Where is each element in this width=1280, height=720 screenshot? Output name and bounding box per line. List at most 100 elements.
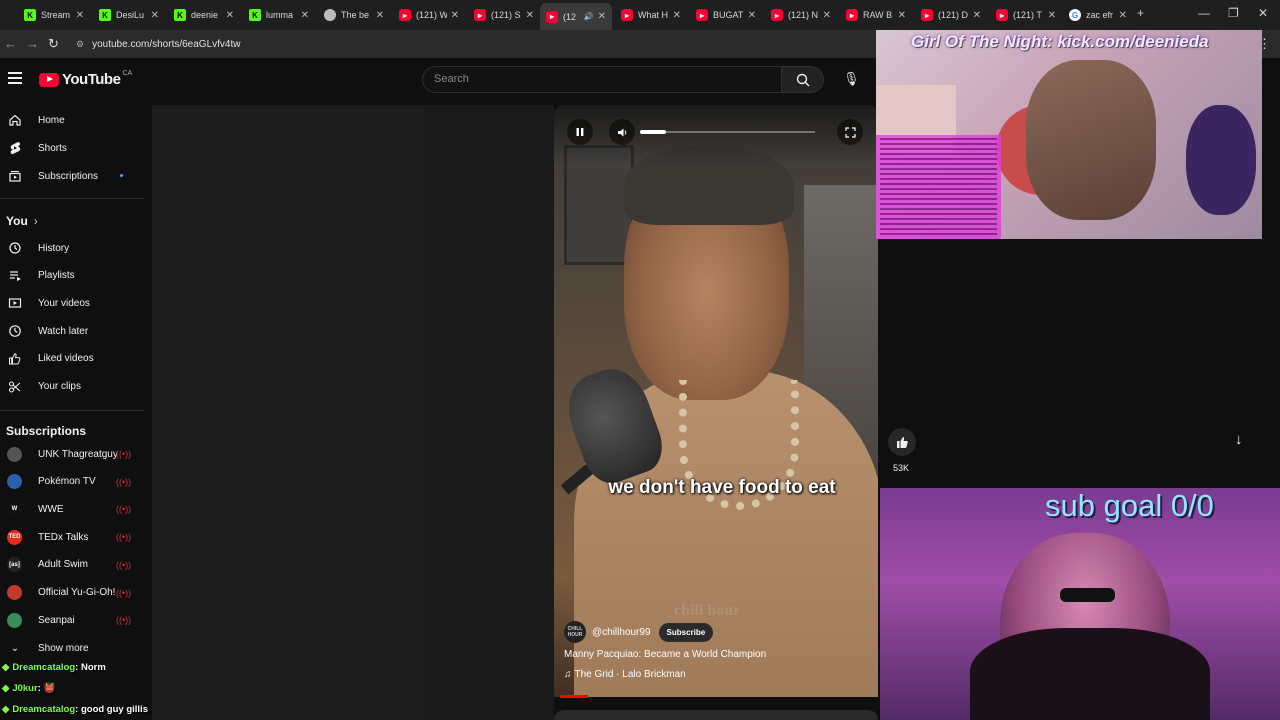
fullscreen-button[interactable] — [837, 119, 863, 145]
chat-message: ◆ Dreamcatalog: good guy gillis — [2, 704, 148, 715]
sidebar-item-subscriptions[interactable]: Subscriptions — [0, 163, 150, 189]
video-caption: we don't have food to eat — [608, 477, 836, 498]
subscription-channel[interactable]: Official Yu-Gi-Oh! ((•)) — [0, 580, 150, 606]
short-music[interactable]: ♫ The Grid · Lalo Brickman — [564, 669, 686, 680]
volume-button[interactable] — [609, 119, 635, 145]
browser-tab[interactable]: Gzac efr ✕ — [1063, 4, 1133, 26]
kick-favicon-icon: K — [174, 9, 186, 21]
tab-title: RAW B — [863, 10, 893, 20]
tab-close-icon[interactable]: ✕ — [1048, 10, 1056, 21]
liked-videos-icon — [8, 352, 22, 366]
subscription-channel[interactable]: Pokémon TV ((•)) — [0, 469, 150, 495]
sidebar-item-shorts[interactable]: Shorts — [0, 135, 150, 161]
streamer-figure — [1026, 60, 1156, 220]
browser-tab[interactable]: ▸ (121) T ✕ — [990, 4, 1062, 26]
tab-close-icon[interactable]: ✕ — [526, 10, 534, 21]
short-title[interactable]: Manny Pacquiao: Became a World Champion — [564, 649, 766, 660]
tab-close-icon[interactable]: ✕ — [151, 10, 159, 21]
webcam-overlay-top: Girl Of The Night: kick.com/deenieda — [876, 30, 1262, 239]
browser-tab[interactable]: ▸ RAW B ✕ — [840, 4, 912, 26]
tab-close-icon[interactable]: ✕ — [598, 11, 606, 22]
sidebar-item-home[interactable]: Home — [0, 107, 150, 133]
sidebar-you-heading[interactable]: You › — [6, 214, 38, 228]
search-input[interactable]: Search — [422, 66, 782, 93]
volume-slider[interactable] — [640, 130, 815, 134]
sidebar-item-liked-videos[interactable]: Liked videos — [0, 346, 150, 372]
live-icon: ((•)) — [116, 559, 132, 570]
sidebar-item-your-clips[interactable]: Your clips — [0, 374, 150, 400]
tab-close-icon[interactable]: ✕ — [748, 10, 756, 21]
tab-close-icon[interactable]: ✕ — [376, 10, 384, 21]
show-more-label: Show more — [38, 642, 89, 654]
tab-title: (121) W — [416, 10, 447, 20]
back-icon[interactable]: ← — [4, 36, 17, 51]
url-field[interactable]: ⚙ youtube.com/shorts/6eaGLvfv4tw — [70, 34, 870, 54]
tab-close-icon[interactable]: ✕ — [1119, 10, 1127, 21]
tab-close-icon[interactable]: ✕ — [973, 10, 981, 21]
pause-button[interactable] — [567, 119, 593, 145]
tab-close-icon[interactable]: ✕ — [301, 10, 309, 21]
overlay-title: Girl Of The Night: kick.com/deenieda — [911, 32, 1209, 51]
browser-tab[interactable]: ▸ (121) N ✕ — [765, 4, 837, 26]
channel-avatar[interactable]: CHILL HOUR — [564, 621, 586, 643]
shorts-player[interactable]: we don't have food to eat chill hour CHI… — [554, 105, 878, 697]
new-tab-button[interactable]: + — [1137, 6, 1144, 20]
live-icon: ((•)) — [116, 615, 132, 626]
subscription-channel[interactable]: TED TEDx Talks ((•)) — [0, 524, 150, 550]
like-button[interactable] — [888, 428, 916, 456]
tab-title: The be — [341, 10, 370, 20]
browser-tab[interactable]: K Stream ✕ — [18, 4, 90, 26]
browser-tab[interactable]: ▸ (121) D ✕ — [915, 4, 987, 26]
tab-close-icon[interactable]: ✕ — [673, 10, 681, 21]
maximize-button[interactable]: ❐ — [1228, 6, 1239, 20]
site-info-icon[interactable]: ⚙ — [76, 39, 84, 50]
tab-audio-icon[interactable]: 🔊 — [584, 12, 594, 21]
youtube-logo[interactable]: YouTube CA — [39, 70, 133, 88]
browser-tab[interactable]: K DesiLu ✕ — [93, 4, 165, 26]
tab-close-icon[interactable]: ✕ — [76, 10, 84, 21]
browser-tab[interactable]: ▸ (12 🔊 ✕ — [540, 3, 612, 30]
browser-tab[interactable]: ▸ (121) W ✕ — [393, 4, 465, 26]
browser-tab[interactable]: ▸ BUGAT ✕ — [690, 4, 762, 26]
browser-tab[interactable]: Kdeenie ✕ — [168, 4, 240, 26]
chat-username: J0kur — [12, 683, 38, 694]
subscription-channel[interactable]: UNK Thagreatguy ((•)) — [0, 441, 150, 467]
forward-icon[interactable]: → — [26, 36, 39, 51]
tab-close-icon[interactable]: ✕ — [451, 10, 459, 21]
voice-search-icon[interactable]: 🎙 — [843, 71, 860, 87]
reload-icon[interactable]: ↻ — [48, 36, 59, 52]
channel-name[interactable]: @chillhour99 — [592, 627, 651, 638]
region-code: CA — [122, 70, 133, 77]
next-short[interactable] — [554, 710, 878, 720]
sidebar-item-playlists[interactable]: Playlists — [0, 263, 150, 289]
sidebar-item-your-videos[interactable]: Your videos — [0, 290, 150, 316]
tab-close-icon[interactable]: ✕ — [226, 10, 234, 21]
sidebar-item-history[interactable]: History — [0, 235, 150, 261]
tab-close-icon[interactable]: ✕ — [898, 10, 906, 21]
browser-tab[interactable]: The be ✕ — [318, 4, 390, 26]
webcam-overlay-bottom: sub goal 0/0 — [880, 488, 1280, 720]
browser-tab[interactable]: ▸ What H ✕ — [615, 4, 687, 26]
tab-title: (121) N — [788, 10, 819, 20]
close-window-button[interactable]: ✕ — [1258, 6, 1268, 20]
search-button[interactable] — [781, 66, 824, 93]
subscription-channel[interactable]: [as] Adult Swim ((•)) — [0, 552, 150, 578]
minimize-button[interactable]: — — [1198, 6, 1210, 20]
playback-progress[interactable] — [560, 695, 588, 698]
watch-later-icon — [8, 324, 22, 338]
next-arrow-icon[interactable]: ↓ — [1235, 431, 1243, 448]
browser-tab[interactable]: ▸ (121) S ✕ — [468, 4, 540, 26]
subscription-channel[interactable]: W WWE ((•)) — [0, 496, 150, 522]
chevron-right-icon: › — [33, 214, 38, 228]
live-icon: ((•)) — [116, 504, 132, 515]
volume-icon — [617, 128, 626, 136]
pause-icon — [576, 128, 584, 136]
show-more-button[interactable]: ⌄ Show more — [0, 635, 150, 661]
tab-close-icon[interactable]: ✕ — [823, 10, 831, 21]
thumbs-up-icon — [896, 436, 908, 448]
sidebar-item-watch-later[interactable]: Watch later — [0, 318, 150, 344]
subscribe-button[interactable]: Subscribe — [658, 622, 714, 642]
browser-tab[interactable]: Klumma ✕ — [243, 4, 315, 26]
menu-icon[interactable] — [8, 72, 22, 87]
subscription-channel[interactable]: Seanpai ((•)) — [0, 607, 150, 633]
